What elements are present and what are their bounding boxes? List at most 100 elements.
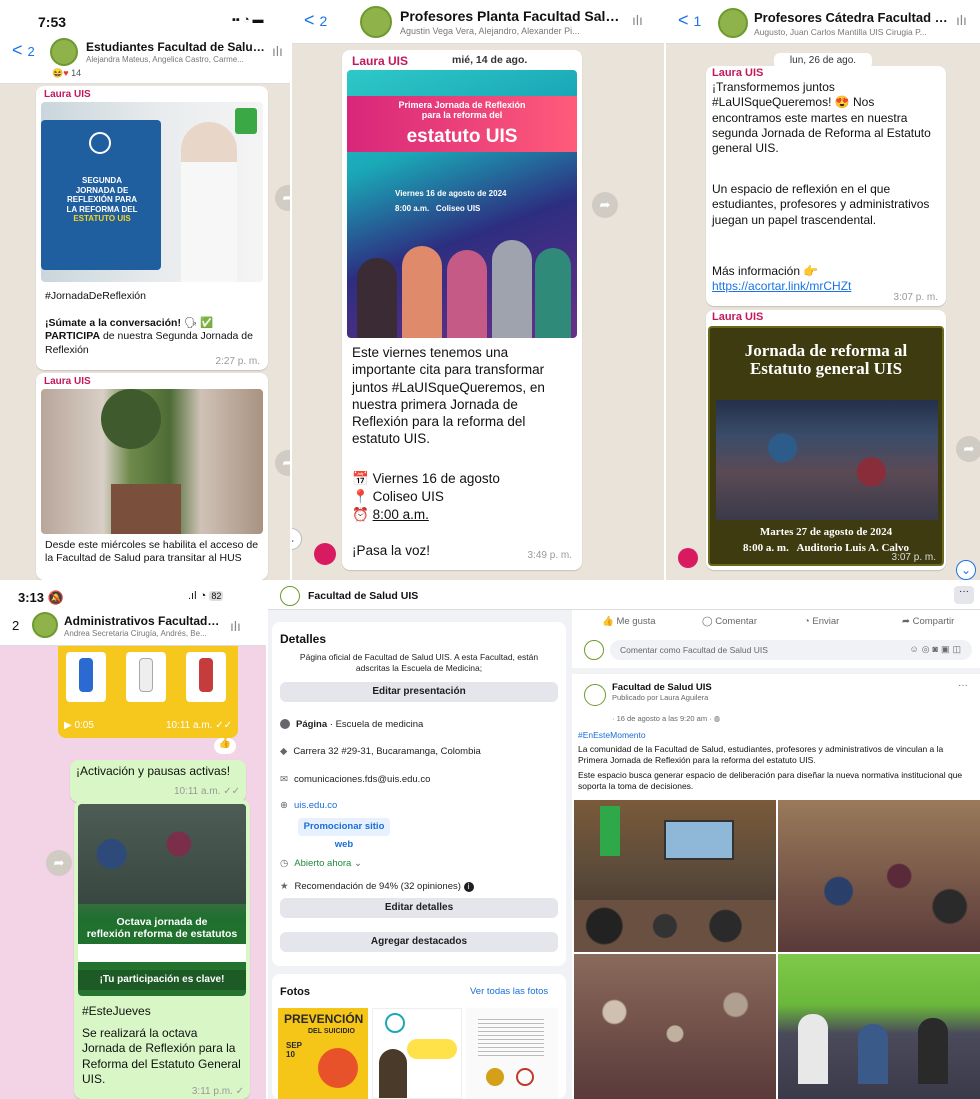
- more-options-icon[interactable]: ···: [954, 586, 974, 604]
- group-avatar[interactable]: [718, 8, 748, 38]
- page-avatar[interactable]: [280, 586, 300, 606]
- forward-icon[interactable]: ➦: [592, 192, 618, 218]
- promote-website-button[interactable]: Promocionar sitio web: [298, 818, 390, 850]
- post-photo[interactable]: [574, 954, 776, 1099]
- scroll-down-button[interactable]: ⌄: [292, 528, 302, 550]
- scroll-down-button[interactable]: ⌄: [956, 560, 976, 580]
- group-avatar[interactable]: [50, 38, 78, 66]
- share-button[interactable]: ➦ Compartir: [902, 616, 954, 627]
- poster-line: JORNADA DE: [75, 185, 129, 195]
- chat-header: 3:13 🔕 .ıl ◔ 82 2 Administrativos Facult…: [0, 582, 266, 646]
- chat-title[interactable]: Administrativos Facultad Sa...: [64, 614, 222, 628]
- detail-hours[interactable]: ◷ Abierto ahora ⌄: [280, 858, 362, 869]
- forward-icon[interactable]: ➦: [46, 850, 72, 876]
- photo-thumbnail[interactable]: PREVENCIÓN DEL SUICIDIO SEP 10: [278, 1008, 368, 1099]
- add-featured-button[interactable]: Agregar destacados: [280, 932, 558, 952]
- detail-rating: ★ Recomendación de 94% (32 opiniones) i: [280, 881, 474, 892]
- post-photo[interactable]: [574, 800, 776, 952]
- group-avatar[interactable]: [360, 6, 392, 38]
- comment-tools-icons[interactable]: ☺◎◙▣◫: [910, 644, 965, 655]
- poster-title-line2: Estatuto general UIS: [749, 358, 903, 378]
- reaction-count: 14: [71, 68, 82, 78]
- page-name[interactable]: Facultad de Salud UIS: [308, 590, 418, 602]
- sender-avatar: [314, 543, 336, 565]
- message-time: 10:11 a.m. ✓✓: [173, 786, 240, 797]
- info-link[interactable]: https://acortar.link/mrCHZt: [712, 279, 851, 293]
- back-count: 2: [27, 44, 35, 59]
- edit-intro-button[interactable]: Editar presentación: [280, 682, 558, 702]
- back-button[interactable]: < 2: [12, 40, 35, 61]
- status-time: 3:13 🔕: [18, 590, 64, 605]
- back-count[interactable]: 2: [12, 618, 19, 633]
- video-message[interactable]: ▶ 0:05 10:11 a.m. ✓✓: [58, 646, 238, 738]
- posted-by: Publicado por Laura Aguilera: [612, 693, 709, 702]
- message-bubble: Laura UIS Desde este miércoles se habili…: [36, 373, 268, 580]
- facebook-page-panel: Facultad de Salud UIS ··· Detalles Págin…: [268, 582, 980, 1099]
- message-bubble: Laura UIS mié, 14 de ago. Primera Jornad…: [342, 50, 582, 570]
- back-count: 1: [693, 13, 702, 29]
- see-all-photos-link[interactable]: Ver todas las fotos: [470, 986, 548, 997]
- post-hashtag[interactable]: #EnEsteMomento: [578, 730, 646, 740]
- chat-subtitle: Augusto, Juan Carlos Mantilla UIS Cirugi…: [754, 27, 927, 37]
- detail-website[interactable]: ⊕ uis.edu.co: [280, 800, 337, 811]
- forward-icon[interactable]: ➦: [275, 450, 290, 476]
- audio-call-icon[interactable]: ılı: [632, 12, 643, 28]
- post-photo[interactable]: [778, 800, 980, 952]
- back-button[interactable]: < 2: [304, 10, 327, 31]
- back-button[interactable]: < 1: [678, 10, 701, 31]
- jornada-poster-image[interactable]: Primera Jornada de Reflexión para la ref…: [347, 70, 577, 338]
- photo-thumbnail[interactable]: [466, 1008, 558, 1099]
- auditorium-photo: [78, 804, 246, 904]
- campus-photo[interactable]: [41, 389, 263, 534]
- message-hashtag: #JornadaDeReflexión: [45, 290, 146, 302]
- info-circle-icon[interactable]: i: [463, 882, 474, 892]
- comment-button[interactable]: ◯ Comentar: [702, 616, 757, 627]
- event-place-text: Coliseo UIS: [372, 489, 444, 504]
- poster-title: estatuto UIS: [406, 126, 518, 147]
- group-avatar[interactable]: [32, 612, 58, 638]
- message-text: Desde este miércoles se habilita el acce…: [45, 539, 259, 565]
- chat-title[interactable]: Estudiantes Facultad de Salud...: [86, 40, 266, 54]
- post-options-icon[interactable]: ···: [958, 680, 968, 691]
- chat-title[interactable]: Profesores Cátedra Facultad de...: [754, 10, 950, 25]
- forward-icon[interactable]: ➦: [275, 185, 290, 211]
- octava-jornada-poster[interactable]: Octava jornada de reflexión reforma de e…: [78, 804, 246, 996]
- jornada-poster-image[interactable]: SEGUNDA JORNADA DE REFLEXIÓN PARA LA REF…: [41, 102, 263, 282]
- event-date-text: Viernes 16 de agosto: [372, 471, 500, 486]
- post-date: · 16 de agosto a las 9:20 am · ◍: [612, 714, 721, 723]
- post-paragraph1: La comunidad de la Facultad de Salud, es…: [578, 744, 944, 766]
- comment-input[interactable]: Comentar como Facultad de Salud UIS ☺◎◙▣…: [610, 640, 972, 660]
- message-time: 3:11 p.m. ✓: [191, 1086, 244, 1097]
- chat-panel-estudiantes: 7:53 ▪▪ ◔ ▬ < 2 Estudiantes Facultad de …: [0, 0, 290, 580]
- post-date-text: 16 de agosto a las 9:20 am: [616, 714, 708, 723]
- audio-call-icon[interactable]: ılı: [230, 618, 241, 634]
- sender-name: Laura UIS: [44, 89, 91, 100]
- rating-text: Recomendación de 94% (32 opiniones): [294, 881, 461, 892]
- message-text: Este viernes tenemos una importante cita…: [352, 345, 545, 447]
- like-label: Me gusta: [616, 616, 656, 627]
- crowd-photo: [716, 400, 938, 520]
- poster-line: REFLEXIÓN PARA: [66, 195, 138, 205]
- commenter-avatar: [584, 640, 604, 660]
- auditorio-poster-image[interactable]: Jornada de reforma al Estatuto general U…: [708, 326, 944, 566]
- edit-details-button[interactable]: Editar detalles: [280, 898, 558, 918]
- photos-card: Fotos Ver todas las fotos PREVENCIÓN DEL…: [272, 974, 566, 1099]
- student-figure: [181, 122, 237, 282]
- like-button[interactable]: 👍 Me gusta: [602, 616, 656, 627]
- message-text2: Un espacio de reflexión en el que estudi…: [712, 182, 930, 227]
- details-card: Detalles Página oficial de Facultad de S…: [272, 622, 566, 966]
- forward-icon[interactable]: ➦: [956, 436, 980, 462]
- poster-line: Octava jornada de: [116, 916, 208, 928]
- post-author[interactable]: Facultad de Salud UIS: [612, 682, 712, 693]
- person-icon: [89, 132, 111, 154]
- post-author-avatar[interactable]: [584, 684, 606, 706]
- message-time: 3:49 p. m.: [527, 550, 572, 561]
- chat-subtitle: Andrea Secretaria Cirugía, Andrés, Be...: [64, 629, 207, 638]
- audio-call-icon[interactable]: ılı: [272, 43, 283, 59]
- audio-call-icon[interactable]: ılı: [956, 12, 967, 28]
- post-photo[interactable]: [778, 954, 980, 1099]
- send-button[interactable]: ◔ Enviar: [804, 616, 839, 627]
- chat-title[interactable]: Profesores Planta Facultad Salu...: [400, 8, 622, 24]
- photo-thumbnail[interactable]: [372, 1008, 462, 1099]
- detail-email[interactable]: ✉ comunicaciones.fds@uis.edu.co: [280, 774, 430, 785]
